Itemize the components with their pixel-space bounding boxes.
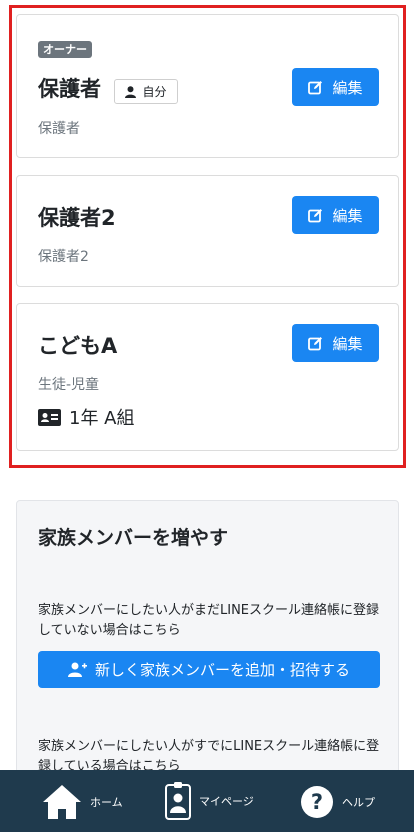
member-card-guardian: オーナー 保護者 自分 保護者 編集: [16, 14, 399, 158]
member-name: 保護者: [38, 77, 101, 101]
add-user-icon: [67, 662, 87, 677]
edit-icon: [308, 336, 323, 350]
edit-label: 編集: [332, 334, 363, 353]
class-label: 1年 A組: [69, 408, 135, 429]
nav-help[interactable]: ? ヘルプ: [300, 785, 375, 819]
member-role: 保護者2: [38, 249, 89, 265]
help-icon: ?: [301, 786, 333, 818]
edit-label: 編集: [332, 78, 363, 97]
edit-button[interactable]: 編集: [292, 68, 379, 106]
nav-mypage[interactable]: マイページ: [165, 782, 254, 820]
member-role: 生徒-児童: [38, 377, 100, 393]
nav-home-label: ホーム: [90, 796, 123, 809]
member-name: 保護者2: [38, 206, 116, 230]
class-row: 1年 A組: [38, 404, 135, 430]
self-label: 自分: [142, 85, 167, 99]
edit-button[interactable]: 編集: [292, 196, 379, 234]
svg-text:?: ?: [311, 790, 323, 814]
edit-label: 編集: [332, 206, 363, 225]
self-badge: 自分: [114, 79, 178, 104]
member-card-guardian-2: 保護者2 保護者2 編集: [16, 175, 399, 287]
nav-mypage-label: マイページ: [199, 795, 254, 808]
id-card-icon: [38, 408, 61, 426]
invite-button-label: 新しく家族メンバーを追加・招待する: [94, 661, 350, 679]
edit-icon: [308, 208, 323, 222]
person-icon: [125, 85, 137, 98]
owner-badge: オーナー: [38, 41, 92, 58]
member-name: こどもA: [38, 334, 118, 358]
member-role: 保護者: [38, 121, 80, 137]
invite-member-button[interactable]: 新しく家族メンバーを追加・招待する: [38, 651, 380, 688]
nav-help-label: ヘルプ: [342, 796, 375, 809]
add-family-panel: 家族メンバーを増やす 家族メンバーにしたい人がまだLINEスクール連絡帳に登録し…: [16, 500, 399, 800]
home-icon: [43, 785, 81, 819]
edit-button[interactable]: 編集: [292, 324, 379, 362]
bottom-nav: ホーム マイページ ? ヘルプ: [0, 770, 414, 832]
member-card-child: こどもA 生徒-児童 1年 A組 編集: [16, 303, 399, 451]
id-badge-icon: [165, 782, 191, 820]
add-family-title: 家族メンバーを増やす: [38, 527, 229, 549]
add-family-desc-new: 家族メンバーにしたい人がまだLINEスクール連絡帳に登録していない場合はこちら: [38, 603, 380, 638]
edit-icon: [308, 80, 323, 94]
nav-home[interactable]: ホーム: [42, 784, 123, 820]
